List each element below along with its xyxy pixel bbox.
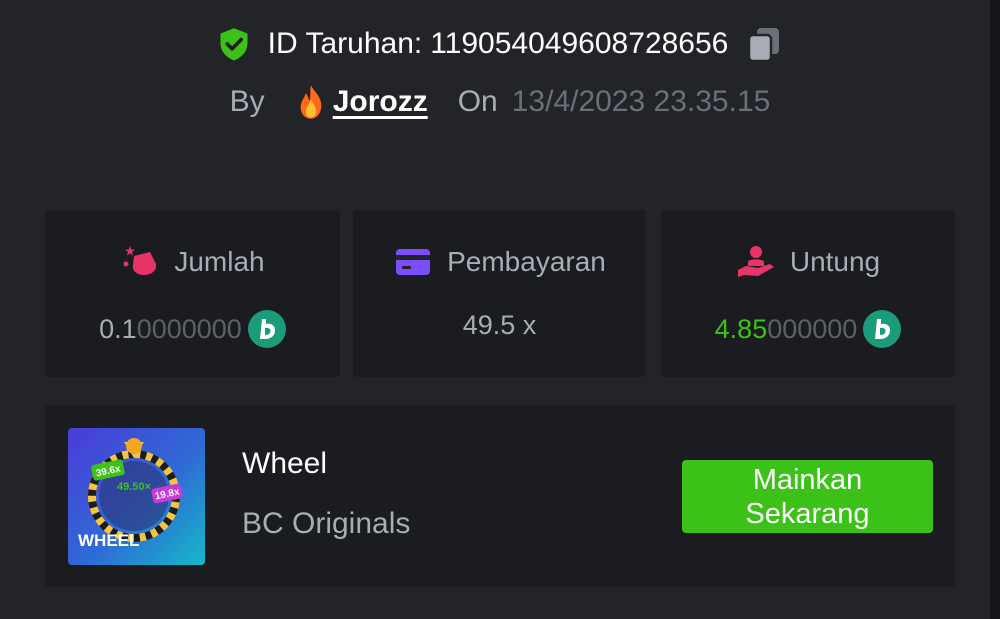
payout-label: Pembayaran [447,246,606,277]
payout-value: 49.5 x [462,310,537,340]
bet-id-label: ID Taruhan: [267,27,423,60]
profit-header: Untung [661,244,955,280]
profit-value-dim: 000000 [767,313,858,344]
on-label: On [457,85,498,118]
wheel-thumbnail-image: 39.6x 49.50× 19.8x WHEEL [68,428,205,565]
bet-id-value: 119054049608728656 [430,27,729,60]
copy-icon[interactable] [744,24,784,64]
thumb-mult-center: 49.50× [117,481,151,493]
profit-card: Untung 4.85000000 [661,210,955,377]
fire-icon [300,85,321,119]
bet-id-row: ID Taruhan: 119054049608728656 [0,24,1000,64]
money-bag-icon [123,246,157,275]
play-now-button[interactable]: Mainkan Sekarang [682,460,933,533]
amount-value: 0.10000000 [45,310,340,348]
game-thumbnail[interactable]: 39.6x 49.50× 19.8x WHEEL [68,428,205,565]
username: Jorozz [332,85,428,118]
thumb-label: WHEEL [78,531,139,550]
payout-card: Pembayaran 49.5 x [353,210,646,377]
game-card: 39.6x 49.50× 19.8x WHEEL Wheel BC Origin… [45,405,955,587]
coin-icon [863,310,902,348]
profit-value-bright: 4.85 [714,313,768,344]
bet-date: 13/4/2023 23.35.15 [511,85,771,118]
profit-label: Untung [789,246,881,277]
card-icon [396,249,431,275]
bet-details-page: ID Taruhan: 119054049608728656 By Jorozz… [0,0,1000,619]
game-provider: BC Originals [242,507,411,540]
profit-value: 4.85000000 [661,310,955,348]
amount-card: Jumlah 0.10000000 [45,210,340,377]
amount-value-bright: 0.1 [99,313,137,344]
play-now-label: Mainkan Sekarang [745,463,870,530]
amount-label: Jumlah [174,246,265,277]
payout-header: Pembayaran [353,244,646,280]
verified-shield-icon [220,28,248,61]
bet-author-row: By Jorozz On 13/4/2023 23.35.15 [0,84,1000,120]
amount-header: Jumlah [45,244,340,280]
hand-coin-icon [737,246,774,277]
game-title[interactable]: Wheel [242,447,327,481]
coin-icon [247,310,286,348]
amount-value-dim: 0000000 [136,313,242,344]
bet-id: ID Taruhan: 119054049608728656 [268,27,729,61]
by-label: By [229,85,265,118]
user-link[interactable]: Jorozz [295,84,428,120]
